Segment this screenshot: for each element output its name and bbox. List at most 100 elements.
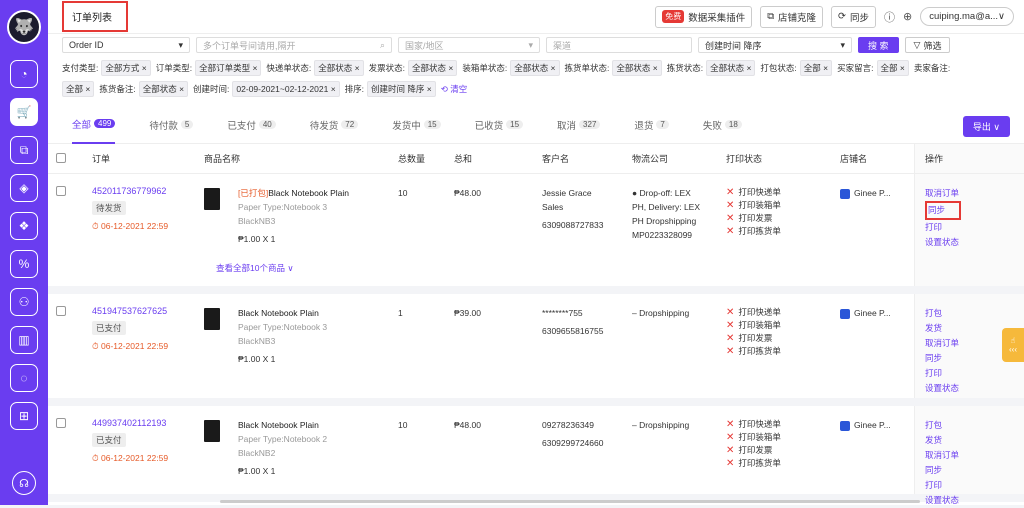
print-status-label: 打印装箱单: [738, 320, 781, 330]
order-id-link[interactable]: 451947537627625: [92, 306, 168, 316]
wolf-logo-icon[interactable]: 🐺: [7, 10, 41, 44]
cart-icon[interactable]: 🛒: [10, 98, 38, 126]
search-button[interactable]: 搜 索: [858, 37, 899, 53]
op-link-0[interactable]: 取消订单: [925, 186, 1024, 201]
op-link-1[interactable]: 同步: [925, 201, 1024, 220]
product-name[interactable]: Black Notebook Plain: [238, 420, 319, 430]
collapse-label: ‹‹‹: [1009, 345, 1017, 354]
op-link-0[interactable]: 打包: [925, 306, 1024, 321]
tab-8[interactable]: 失败 18: [703, 106, 742, 144]
tab-4[interactable]: 发货中 15: [392, 106, 441, 144]
filter-button[interactable]: ▽ 筛选: [904, 37, 951, 53]
order-search-input[interactable]: 多个订单号间请用,隔开 ⌕: [196, 37, 392, 53]
store-name: Ginee P...: [854, 420, 891, 430]
box-icon[interactable]: ◈: [10, 174, 38, 202]
export-button[interactable]: 导出 ∨: [962, 116, 1010, 137]
clear-filters-link[interactable]: ⟲ 清空: [441, 84, 467, 94]
x-icon: ✕: [726, 445, 735, 456]
hierarchy-icon[interactable]: ⧉: [10, 136, 38, 164]
order-cell: 451947537627625 已支付 ⏱ 06-12-2021 22:59: [92, 306, 168, 352]
op-link-1[interactable]: 发货: [925, 433, 1024, 448]
op-link-3[interactable]: 设置状态: [925, 235, 1024, 250]
horizontal-scrollbar[interactable]: [220, 500, 920, 503]
store-clone-button[interactable]: ⧉ 店铺克隆: [760, 5, 824, 28]
filter-chip[interactable]: 全部状态 ×: [314, 60, 364, 76]
print-status-label: 打印快递单: [738, 419, 781, 429]
op-link-4[interactable]: 打印: [925, 478, 1024, 493]
print-status-item: ✕ 打印装箱单: [726, 199, 781, 212]
side-assistant-button[interactable]: ☝ ‹‹‹: [1002, 328, 1024, 362]
tab-label: 待发货: [309, 120, 339, 132]
tab-1[interactable]: 待付款 5: [149, 106, 194, 144]
chart-icon[interactable]: ▥: [10, 326, 38, 354]
palette-icon[interactable]: ◔: [10, 60, 38, 88]
percent-icon[interactable]: %: [10, 250, 38, 278]
op-link-2[interactable]: 打印: [925, 220, 1024, 235]
op-label: 设置状态: [925, 383, 960, 393]
refresh-icon: ⟳: [838, 11, 847, 22]
x-icon: ✕: [726, 346, 735, 357]
op-label: 取消订单: [925, 338, 960, 348]
op-link-0[interactable]: 打包: [925, 418, 1024, 433]
globe-icon[interactable]: ⊕: [903, 10, 912, 23]
import-icon[interactable]: ⊞: [10, 402, 38, 430]
filter-chip[interactable]: 全部 ×: [876, 60, 909, 76]
chat-icon[interactable]: ◌: [10, 364, 38, 392]
order-id-link[interactable]: 449937402112193: [92, 418, 168, 428]
op-link-5[interactable]: 设置状态: [925, 493, 1024, 508]
filter-chip[interactable]: 全部状态 ×: [138, 81, 189, 97]
filter-chip[interactable]: 创建时间 降序 ×: [367, 81, 436, 97]
search-type-select[interactable]: Order ID ▾: [62, 37, 190, 53]
tab-0[interactable]: 全部 499: [72, 106, 116, 144]
packed-tag: [已打包]: [238, 188, 269, 198]
dropbox-icon[interactable]: ❖: [10, 212, 38, 240]
customer-line: 6309088727833: [542, 220, 604, 230]
product-name[interactable]: Black Notebook Plain: [238, 308, 319, 318]
country-select[interactable]: 国家/地区 ▾: [398, 37, 540, 53]
filter-chip[interactable]: 02-09-2021~02-12-2021 ×: [232, 81, 340, 97]
print-status-label: 打印快递单: [738, 187, 781, 197]
tab-5[interactable]: 已收货 15: [475, 106, 524, 144]
filter-chip[interactable]: 全部状态 ×: [407, 60, 458, 76]
row-checkbox[interactable]: [56, 418, 66, 428]
op-link-3[interactable]: 同步: [925, 463, 1024, 478]
op-link-5[interactable]: 设置状态: [925, 381, 1024, 396]
customer-line: 6309655816755: [542, 326, 604, 336]
filter-label: 卖家备注:: [913, 63, 951, 73]
order-time: ⏱ 06-12-2021 22:59: [92, 453, 169, 463]
product-name[interactable]: Black Notebook Plain: [268, 188, 349, 198]
filter-chip[interactable]: 全部状态 ×: [612, 60, 662, 76]
order-id-link[interactable]: 452011736779962: [92, 186, 168, 196]
sort-select[interactable]: 创建时间 降序 ▾: [698, 37, 852, 53]
filter-chip[interactable]: 全部 ×: [62, 81, 95, 97]
funnel-icon: ▽: [913, 39, 921, 50]
tab-2[interactable]: 已支付 40: [227, 106, 276, 144]
users-icon[interactable]: ⚇: [10, 288, 38, 316]
op-link-2[interactable]: 取消订单: [925, 448, 1024, 463]
user-menu[interactable]: cuiping.ma@a...∨: [920, 7, 1014, 26]
tab-3[interactable]: 待发货 72: [309, 106, 359, 144]
row-checkbox[interactable]: [56, 306, 66, 316]
question-icon[interactable]: ⓘ: [884, 9, 895, 25]
table-row: 452011736779962 待发货 ⏱ 06-12-2021 22:59 [已打包…: [48, 174, 1024, 294]
print-status-cell: ✕ 打印快递单 ✕ 打印装箱单 ✕ 打印发票 ✕ 打印拣货单: [726, 418, 781, 470]
tab-count-badge: 18: [724, 120, 742, 129]
filter-chip[interactable]: 全部订单类型 ×: [195, 60, 262, 76]
qty-value: 10: [398, 188, 408, 198]
tab-6[interactable]: 取消 327: [557, 106, 601, 144]
channel-select[interactable]: 渠道: [546, 37, 692, 53]
data-plugin-button[interactable]: 免费 数据采集插件: [655, 5, 753, 28]
tab-7[interactable]: 退货 7: [634, 106, 669, 144]
filter-chip[interactable]: 全部状态 ×: [510, 60, 560, 76]
filter-chip[interactable]: 全部 ×: [799, 60, 833, 76]
search-icon: ⌕: [379, 39, 385, 50]
sync-button[interactable]: ⟳ 同步: [831, 5, 877, 28]
filter-chip[interactable]: 全部方式 ×: [101, 60, 151, 76]
select-all-checkbox[interactable]: [56, 152, 66, 163]
view-all-products-link[interactable]: 查看全部10个商品 ∨: [216, 262, 294, 274]
print-status-item: ✕ 打印拣货单: [726, 457, 781, 470]
row-checkbox[interactable]: [56, 186, 66, 196]
op-link-4[interactable]: 打印: [925, 366, 1024, 381]
headset-icon[interactable]: ☊: [12, 471, 36, 495]
filter-chip[interactable]: 全部状态 ×: [706, 60, 756, 76]
